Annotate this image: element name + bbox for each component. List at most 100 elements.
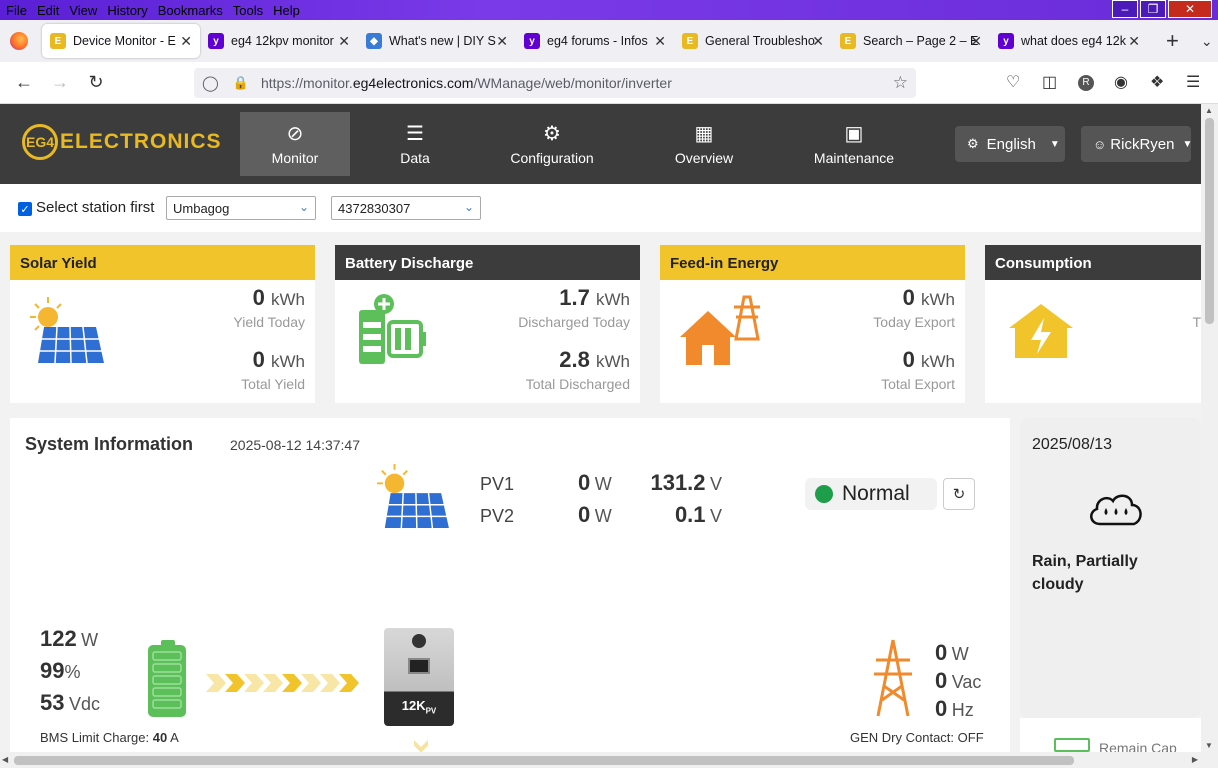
inverter-display [408,658,430,674]
grid-frequency: 0 Hz [935,696,974,721]
station-select[interactable]: Umbagog ⌄ [166,196,316,220]
nav-data[interactable]: ☰ Data [360,112,470,176]
tab-list-chevron-icon[interactable]: ⌄ [1201,33,1213,50]
close-tab-icon[interactable]: ✕ [654,33,666,50]
restore-button[interactable]: ❐ [1140,0,1166,18]
close-tab-icon[interactable]: ✕ [338,33,350,50]
menu-history[interactable]: History [107,3,147,18]
eg4-favicon: E [840,33,856,49]
back-button[interactable]: ← [6,72,42,93]
close-tab-icon[interactable]: ✕ [180,33,192,50]
system-information-panel: System Information 2025-08-12 14:37:47 P… [10,418,1010,752]
hamburger-menu-icon[interactable]: ☰ [1186,72,1200,92]
total-export-label: Total Export [881,376,955,392]
user-menu[interactable]: ☺ RickRyen ▼ [1081,126,1192,162]
tab-title: What's new | DIY S [389,34,496,48]
grid-voltage: 0 Vac [935,668,982,693]
device-select[interactable]: 4372830307 ⌄ [331,196,481,220]
nav-configuration[interactable]: ⚙ Configuration [497,112,607,176]
flow-chevron [282,674,302,692]
horizontal-scroll-thumb[interactable] [14,756,1074,765]
tab-title: Search – Page 2 – E [863,34,979,48]
nav-overview[interactable]: ▦ Overview [649,112,759,176]
browser-tab[interactable]: y what does eg4 12k ✕ [990,24,1148,58]
vertical-scroll-thumb[interactable] [1205,118,1214,324]
yield-today-value: 0 kWh [252,285,305,310]
grid-icon: ▦ [694,123,714,145]
minimize-button[interactable]: – [1112,0,1138,18]
browser-tab[interactable]: E Device Monitor - E ✕ [42,24,200,58]
menu-file[interactable]: File [6,3,27,18]
chevron-down-icon: ⌄ [298,200,309,214]
today-export-label: Today Export [873,314,955,330]
battery-icon [148,640,186,717]
menu-bookmarks[interactable]: Bookmarks [158,3,223,18]
browser-tab[interactable]: E General Troublesho ✕ [674,24,832,58]
house-grid-icon [680,295,760,365]
close-tab-icon[interactable]: ✕ [812,33,824,50]
close-tab-icon[interactable]: ✕ [496,33,508,50]
battery-power: 122 W [40,626,99,651]
consumption-label: T [1192,314,1201,330]
forward-button[interactable]: → [42,72,78,93]
browser-tab[interactable]: y eg4 12kpv monitor ✕ [200,24,358,58]
tab-bar: E Device Monitor - E ✕ y eg4 12kpv monitor ✕ ◆… [0,20,1218,62]
pocket-icon[interactable]: ♡ [1006,72,1020,92]
pv1-label: PV1 [480,474,515,494]
menu-help[interactable]: Help [273,3,300,18]
browser-tab[interactable]: ◆ What's new | DIY S ✕ [358,24,516,58]
scroll-left-icon[interactable]: ◀ [2,755,8,764]
scroll-right-icon[interactable]: ▶ [1192,755,1198,764]
browser-tab[interactable]: y eg4 forums - Infos ✕ [516,24,674,58]
puzzle-extensions-icon[interactable]: ❖ [1150,72,1164,92]
pv2-volts: 0.1 V [674,502,722,527]
eg4-favicon: E [50,33,66,49]
discharged-today-label: Discharged Today [518,314,630,330]
shield-icon[interactable]: ◯ [202,74,219,92]
total-discharged-value: 2.8 kWh [559,347,630,372]
refresh-button[interactable]: ↻ [943,478,975,510]
extension-icon[interactable]: ◉ [1114,72,1128,92]
site-header: EG4 ELECTRONICS ⊘ Monitor ☰ Data ⚙ Configurat… [0,104,1201,184]
station-select-row: ✓ Select station first Umbagog ⌄ 43728303… [0,184,1201,232]
nav-label: Monitor [271,150,319,166]
chevron-down-icon: ⌄ [463,200,474,214]
nav-maintenance[interactable]: ▣ Maintenance [799,112,909,176]
pv2-watts: 0 W [578,502,612,527]
profile-avatar-icon[interactable]: R [1078,75,1094,91]
nav-monitor[interactable]: ⊘ Monitor [240,112,350,176]
reader-view-icon[interactable]: ◫ [1042,72,1057,92]
select-station-checkbox[interactable]: ✓ [18,202,32,216]
menu-edit[interactable]: Edit [37,3,59,18]
total-yield-value: 0 kWh [252,347,305,372]
pv1-watts: 0 W [578,470,612,495]
browser-tab[interactable]: E Search – Page 2 – E ✕ [832,24,990,58]
horizontal-scrollbar[interactable]: ◀ ▶ [0,752,1218,768]
total-discharged-label: Total Discharged [525,376,630,392]
battery-discharge-icon [359,294,426,364]
firefox-icon[interactable] [10,32,28,50]
eg4-logo[interactable]: EG4 ELECTRONICS [22,124,222,160]
lock-icon[interactable]: 🔒 [233,75,249,91]
vertical-scrollbar[interactable]: ▲ ▼ [1201,104,1218,752]
close-window-button[interactable]: ✕ [1168,0,1212,18]
flow-chevron [225,674,245,692]
window-controls: – ❐ ✕ [1110,0,1212,18]
scroll-up-icon[interactable]: ▲ [1205,106,1213,115]
url-bar[interactable]: ◯ 🔒 https://monitor.eg4electronics.com/W… [194,68,916,98]
bookmark-star-icon[interactable]: ☆ [893,73,908,93]
yield-today-label: Yield Today [233,314,305,330]
close-tab-icon[interactable]: ✕ [970,33,982,50]
card-title: Feed-in Energy [660,245,965,280]
menu-view[interactable]: View [69,3,97,18]
tab-title: eg4 12kpv monitor [231,34,334,48]
menu-tools[interactable]: Tools [233,3,263,18]
consumption-card: Consumption T [985,245,1201,403]
reload-button[interactable]: ↻ [78,72,114,93]
tab-title: eg4 forums - Infos [547,34,648,48]
close-tab-icon[interactable]: ✕ [1128,33,1140,50]
scroll-down-icon[interactable]: ▼ [1205,741,1213,750]
language-icon: ⚙ [967,136,979,151]
new-tab-button[interactable]: + [1166,28,1179,54]
language-select[interactable]: ⚙ English ▼ [955,126,1065,162]
